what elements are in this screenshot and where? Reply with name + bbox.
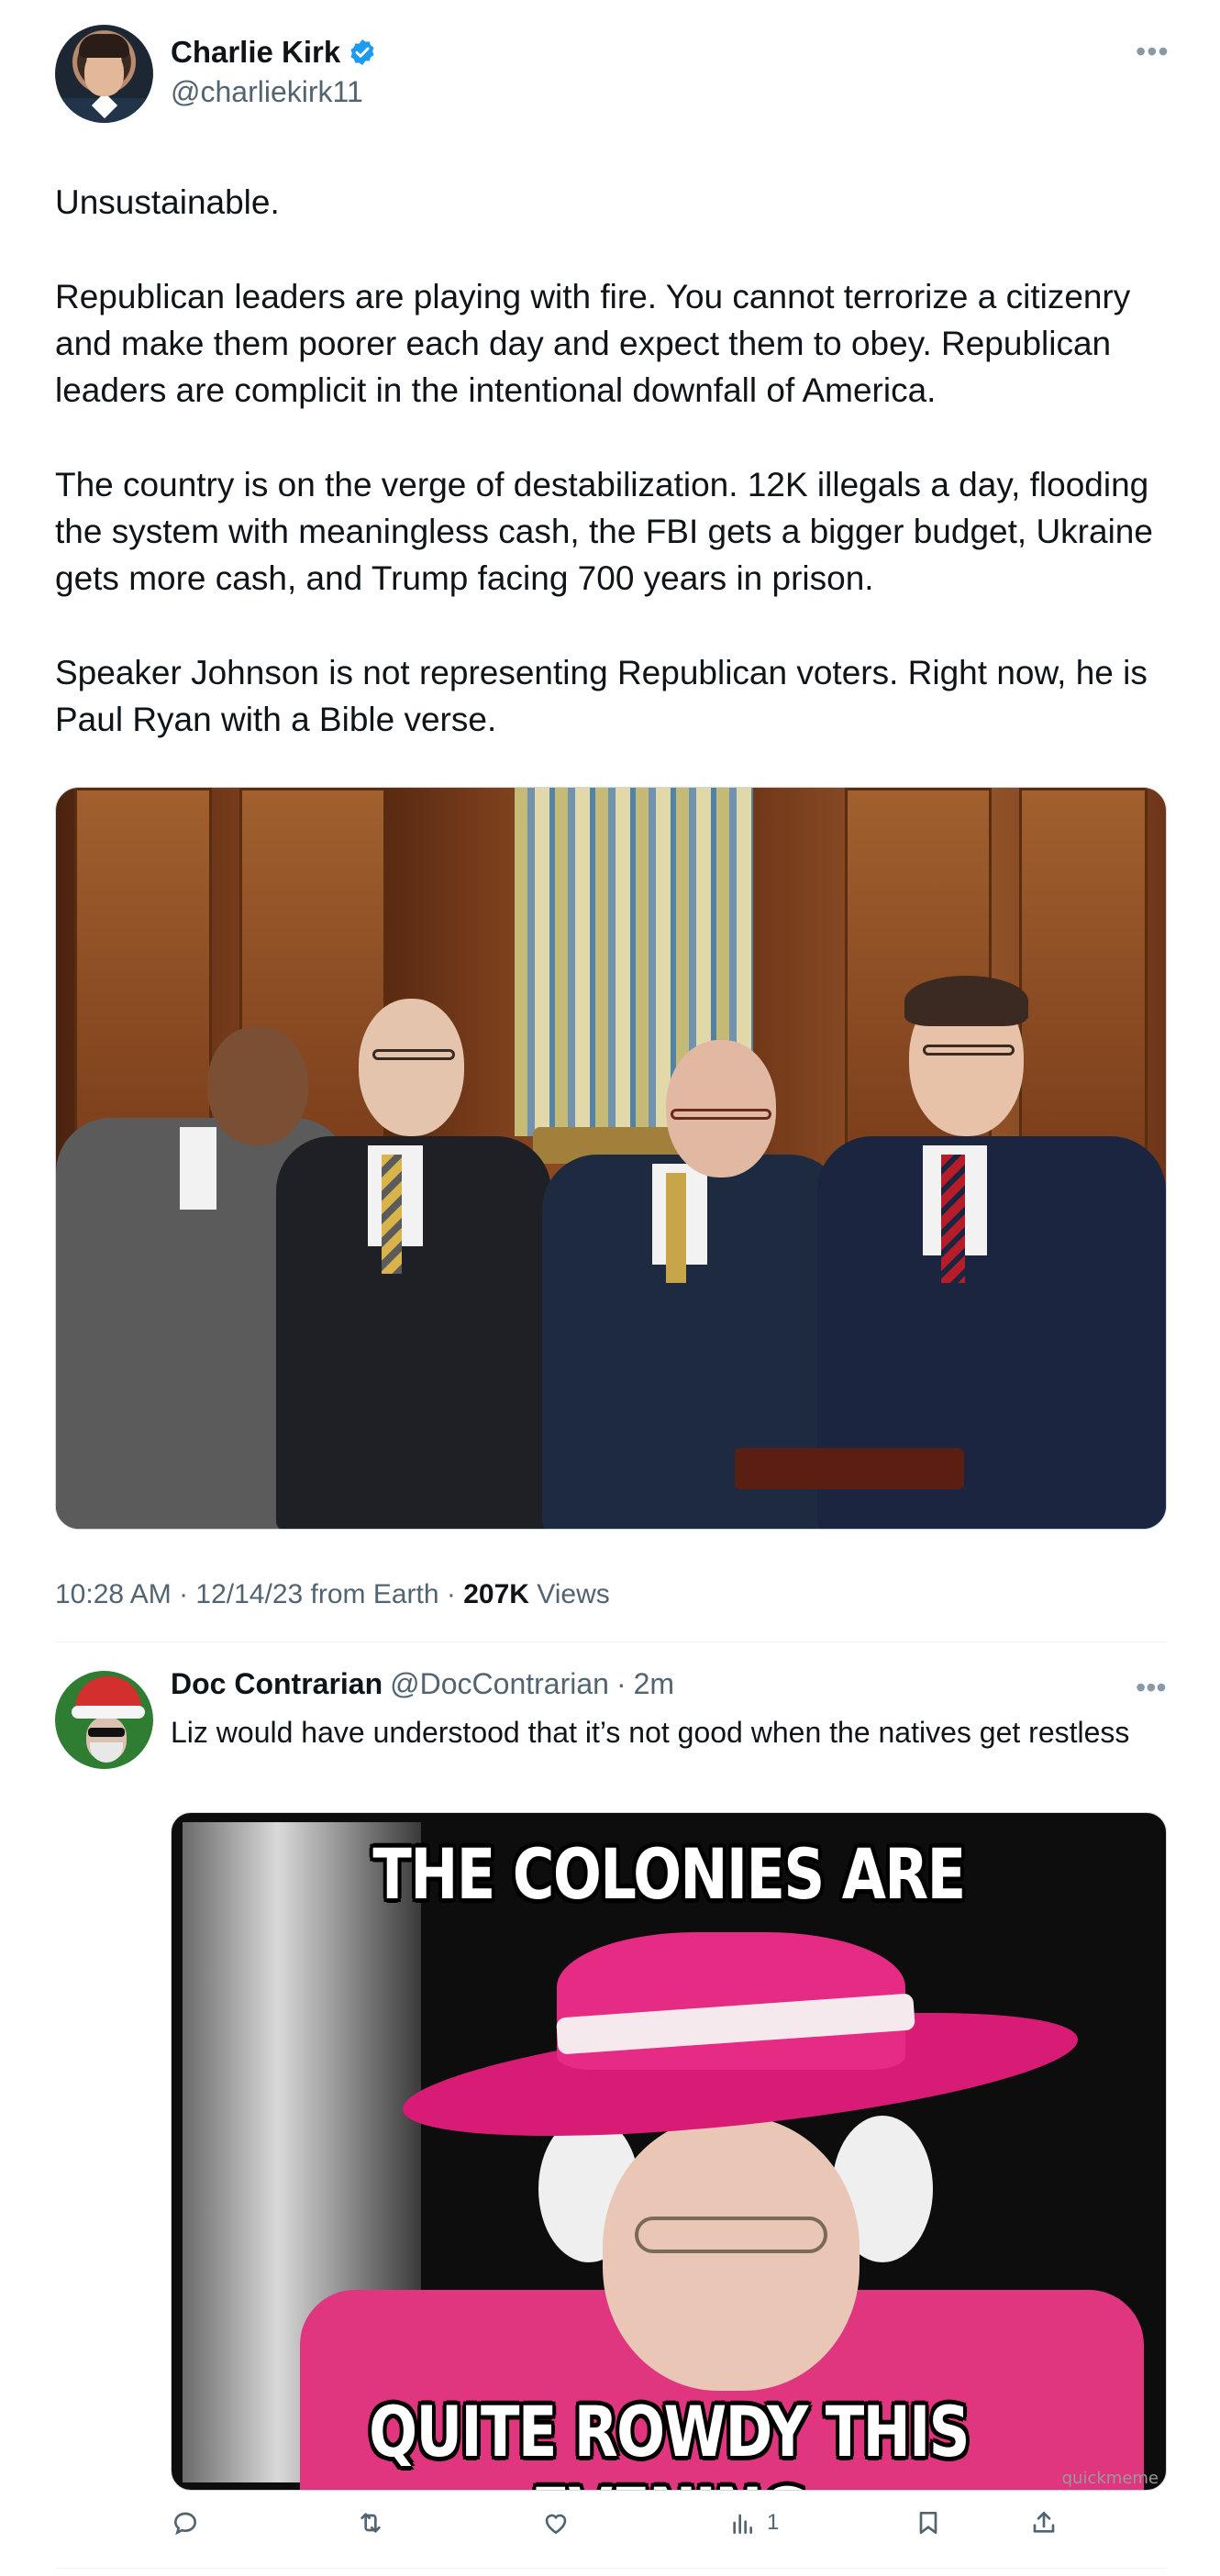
retweet-button[interactable] xyxy=(356,2508,385,2537)
reply-text: Liz would have understood that it’s not … xyxy=(171,1716,1130,1749)
meme-bottom-text: QUITE ROWDY THIS EVENING xyxy=(369,2391,970,2490)
reply-more-icon[interactable]: ••• xyxy=(1136,1673,1167,1702)
santa-hat-rim xyxy=(72,1706,145,1719)
author-name[interactable]: Charlie Kirk xyxy=(171,35,340,70)
views-count-label: 1 xyxy=(767,2510,780,2535)
verified-badge-icon xyxy=(350,39,374,65)
meme-watermark: quickmeme xyxy=(1061,2469,1159,2488)
author-name-row[interactable]: Charlie Kirk xyxy=(171,35,377,70)
tweet-paragraph: The country is on the verge of destabili… xyxy=(55,466,1153,597)
like-icon xyxy=(545,2514,567,2535)
tweet-timestamp[interactable]: 10:28 AM · 12/14/23 from Earth · xyxy=(55,1579,463,1609)
folder xyxy=(735,1448,964,1489)
reply-avatar[interactable] xyxy=(55,1671,153,1769)
views-label: Views xyxy=(528,1579,610,1609)
reply-action-bar: 1 xyxy=(0,2508,1220,2548)
views-button[interactable]: 1 xyxy=(728,2508,779,2537)
meme-face xyxy=(603,2116,860,2391)
meme-top-text: THE COLONIES ARE xyxy=(372,1833,966,1915)
wood-panel xyxy=(74,788,212,1173)
reply-meme-image[interactable]: THE COLONIES ARE QUITE ROWDY THIS EVENIN… xyxy=(171,1812,1167,2491)
person-3-tie xyxy=(666,1173,686,1283)
person-1-shirt xyxy=(180,1127,216,1210)
reply-author-handle[interactable]: @DocContrarian xyxy=(390,1667,609,1701)
person-4-hair xyxy=(904,976,1028,1026)
person-3-glasses xyxy=(671,1109,771,1120)
tweet-paragraph: Speaker Johnson is not representing Repu… xyxy=(55,654,1148,738)
share-icon xyxy=(1033,2512,1055,2533)
person-4-tie xyxy=(941,1155,965,1283)
tweet-photo[interactable] xyxy=(55,787,1167,1530)
tweet-text: Unsustainable. Republican leaders are pl… xyxy=(55,179,1174,790)
tweet-meta: 10:28 AM · 12/14/23 from Earth · 207K Vi… xyxy=(55,1579,610,1610)
divider xyxy=(55,2568,1167,2569)
reply-icon xyxy=(173,2512,197,2536)
wood-panel xyxy=(1019,788,1148,1173)
retweet-icon xyxy=(360,2513,381,2533)
share-button[interactable] xyxy=(1029,2508,1059,2537)
reply-header: Doc Contrarian @DocContrarian · 2m xyxy=(171,1667,674,1701)
reply-avatar-shades xyxy=(88,1728,125,1737)
meme-glasses xyxy=(635,2217,827,2253)
author-avatar[interactable] xyxy=(55,25,153,123)
person-2-head xyxy=(359,999,464,1136)
views-icon xyxy=(733,2514,752,2534)
avatar-hair xyxy=(79,34,129,58)
reply-time[interactable]: 2m xyxy=(634,1667,674,1701)
reply-author-name[interactable]: Doc Contrarian xyxy=(171,1667,383,1701)
tweet-paragraph: Republican leaders are playing with fire… xyxy=(55,278,1131,409)
views-count: 207K xyxy=(463,1579,529,1609)
person-2-glasses xyxy=(372,1049,455,1060)
bookmark-icon xyxy=(919,2512,937,2534)
reply-separator: · xyxy=(616,1667,627,1700)
bookmark-button[interactable] xyxy=(914,2508,943,2537)
person-4-glasses xyxy=(923,1045,1015,1056)
reply-button[interactable] xyxy=(171,2508,200,2537)
person-2-tie xyxy=(382,1155,402,1274)
tweet-paragraph: Unsustainable. xyxy=(55,183,280,221)
like-button[interactable] xyxy=(541,2508,571,2537)
person-1-head xyxy=(207,1026,308,1145)
author-handle[interactable]: @charliekirk11 xyxy=(171,75,363,109)
more-icon[interactable]: ••• xyxy=(1136,37,1170,66)
reply-avatar-beard xyxy=(90,1742,123,1763)
